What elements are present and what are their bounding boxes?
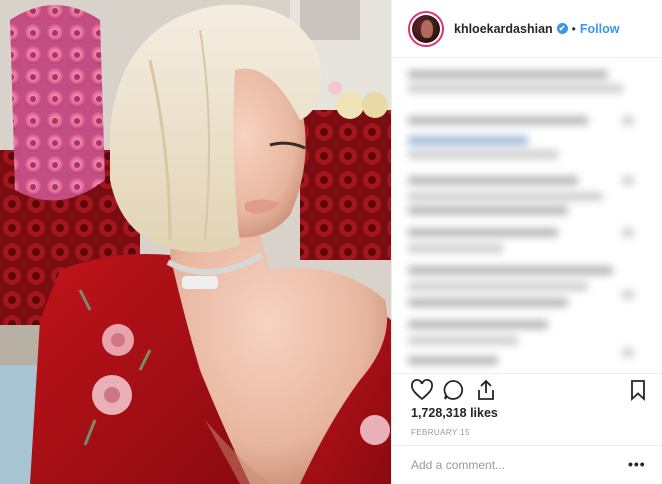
- blurred-comment-line: [408, 266, 613, 275]
- blurred-comment-line: [408, 136, 528, 145]
- share-arrow-icon[interactable]: [474, 378, 498, 402]
- blurred-comment-line: [408, 206, 568, 215]
- post-date[interactable]: February 15: [411, 428, 470, 437]
- blurred-comment-line: [622, 116, 634, 125]
- blurred-comment-line: [408, 320, 548, 329]
- blurred-comment-line: [622, 290, 634, 299]
- avatar[interactable]: [408, 10, 444, 47]
- likes-count[interactable]: 1,728,318 likes: [411, 406, 498, 420]
- more-options-button[interactable]: •••: [628, 456, 646, 472]
- username-link[interactable]: khloekardashian: [454, 22, 553, 36]
- blurred-comment-line: [622, 176, 634, 185]
- blurred-comment-line: [408, 282, 588, 291]
- blurred-comment-line: [622, 228, 634, 237]
- separator-dot: •: [571, 21, 576, 36]
- post-header: khloekardashian ✔ • Follow: [392, 0, 662, 58]
- add-comment-input[interactable]: [411, 458, 611, 472]
- blurred-comment-line: [408, 336, 518, 345]
- blurred-comment-line: [408, 176, 578, 185]
- heart-outline-icon[interactable]: [410, 378, 434, 402]
- blurred-comment-line: [622, 348, 634, 357]
- blurred-comment-line: [408, 298, 568, 307]
- follow-button[interactable]: Follow: [580, 22, 620, 36]
- add-comment-bar: •••: [392, 445, 662, 484]
- instagram-post: khloekardashian ✔ • Follow 1,728,318 lik…: [0, 0, 662, 484]
- blurred-comment-line: [408, 84, 623, 93]
- blurred-comment-line: [408, 356, 498, 365]
- comments-list-blurred: [392, 58, 662, 373]
- action-bar: [392, 373, 662, 405]
- photo-image: [0, 0, 391, 484]
- blurred-comment-line: [408, 70, 608, 79]
- blurred-comment-line: [408, 228, 558, 237]
- speech-bubble-icon[interactable]: [442, 378, 466, 402]
- post-side-panel: khloekardashian ✔ • Follow 1,728,318 lik…: [391, 0, 662, 484]
- post-photo[interactable]: [0, 0, 391, 484]
- blurred-comment-line: [408, 150, 558, 159]
- verified-badge-icon: ✔: [556, 23, 568, 34]
- blurred-comment-line: [408, 116, 588, 125]
- blurred-comment-line: [408, 192, 603, 201]
- bookmark-outline-icon[interactable]: [626, 378, 650, 402]
- blurred-comment-line: [408, 244, 503, 253]
